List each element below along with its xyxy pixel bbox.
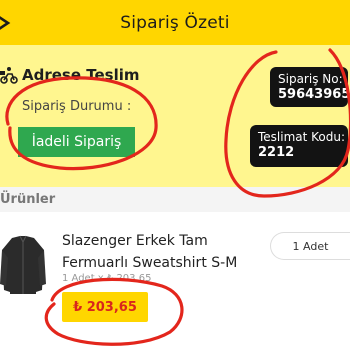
products-section-label: Ürünler (0, 187, 350, 212)
product-name: Slazenger Erkek Tam Fermuarlı Sweatshirt… (62, 233, 238, 271)
delivery-type: Adrese Teslim (0, 65, 140, 85)
product-quantity: 1 Adet (270, 232, 350, 260)
product-price: ₺ 203,65 (62, 292, 148, 322)
product-item[interactable]: Slazenger Erkek Tam Fermuarlı Sweatshirt… (0, 212, 350, 350)
top-bar: Sipariş Özeti (0, 0, 350, 45)
page-title: Sipariş Özeti (120, 12, 230, 33)
order-number-label: Sipariş No: (278, 72, 343, 86)
delivery-code-label: Teslimat Kodu: (258, 130, 346, 144)
delivery-code-box: Teslimat Kodu: 2212 (250, 125, 348, 167)
product-unit-price: 1 Adet x ₺ 203,65 (62, 273, 152, 284)
courier-icon (0, 67, 18, 84)
delivery-title: Adrese Teslim (22, 66, 140, 84)
sweatshirt-image (0, 235, 46, 294)
order-status-badge: İadeli Sipariş (18, 127, 135, 157)
order-status-label: Sipariş Durumu : (22, 99, 132, 114)
order-number-box: Sipariş No: 59643965 (270, 67, 350, 107)
delivery-code-value: 2212 (258, 145, 295, 160)
order-summary-panel: Adrese Teslim Sipariş Durumu : İadeli Si… (0, 45, 350, 187)
close-icon[interactable] (0, 8, 22, 38)
order-number-value: 59643965 (278, 87, 350, 102)
